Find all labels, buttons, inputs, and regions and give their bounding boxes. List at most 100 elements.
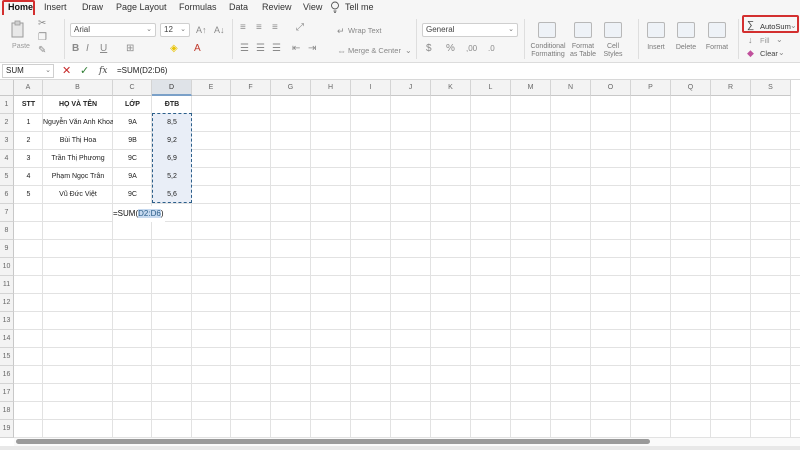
row-header-3[interactable]: 3	[0, 132, 14, 150]
delete-cells-icon[interactable]	[677, 22, 695, 38]
currency-button[interactable]: $	[426, 44, 432, 54]
row-header-1[interactable]: 1	[0, 96, 14, 114]
format-cells-icon[interactable]	[708, 22, 726, 38]
row-header-6[interactable]: 6	[0, 186, 14, 204]
merge-center-icon[interactable]: ⇔	[337, 46, 346, 56]
menu-formulas[interactable]: Formulas	[179, 2, 217, 12]
row-header-16[interactable]: 16	[0, 366, 14, 384]
class-cell[interactable]: 9A	[113, 168, 152, 186]
row-header-18[interactable]: 18	[0, 402, 14, 420]
name-box[interactable]: SUM ⌄	[2, 64, 54, 78]
cell-styles-icon[interactable]	[604, 22, 622, 38]
column-header-r[interactable]: R	[711, 80, 751, 96]
name-cell[interactable]: Vũ Đức Việt	[43, 186, 113, 204]
stt-cell[interactable]: 1	[14, 114, 43, 132]
header-dtb[interactable]: ĐTB	[152, 96, 192, 114]
merge-center-button[interactable]: Merge & Center	[348, 47, 401, 55]
select-all-corner[interactable]	[0, 80, 14, 96]
header-stt[interactable]: STT	[14, 96, 43, 114]
row-header-19[interactable]: 19	[0, 420, 14, 438]
row-header-9[interactable]: 9	[0, 240, 14, 258]
column-header-s[interactable]: S	[751, 80, 791, 96]
score-cell[interactable]: 5,6	[152, 186, 192, 204]
borders-icon[interactable]: ⊞	[126, 44, 134, 54]
column-header-l[interactable]: L	[471, 80, 511, 96]
column-header-i[interactable]: I	[351, 80, 391, 96]
number-format-select[interactable]: General ⌄	[422, 23, 518, 37]
column-header-g[interactable]: G	[271, 80, 311, 96]
name-cell[interactable]: Trần Thị Phương	[43, 150, 113, 168]
column-header-a[interactable]: A	[14, 80, 43, 96]
conditional-formatting-icon[interactable]	[538, 22, 556, 38]
align-top-icon[interactable]: ≡	[240, 23, 246, 33]
cancel-icon[interactable]: ✕	[62, 65, 71, 77]
enter-icon[interactable]: ✓	[80, 65, 89, 77]
scissors-icon[interactable]: ✂	[38, 19, 46, 29]
column-header-e[interactable]: E	[192, 80, 231, 96]
row-header-14[interactable]: 14	[0, 330, 14, 348]
bold-button[interactable]: B	[72, 44, 79, 54]
align-left-icon[interactable]: ☰	[240, 44, 249, 54]
orientation-icon[interactable]: ⤢	[296, 23, 304, 33]
align-bottom-icon[interactable]: ≡	[272, 23, 278, 33]
row-header-2[interactable]: 2	[0, 114, 14, 132]
font-size-select[interactable]: 12 ⌄	[160, 23, 190, 37]
underline-button[interactable]: U	[100, 44, 107, 54]
decimal-icon[interactable]: .0	[488, 44, 495, 54]
wrap-text-button[interactable]: Wrap Text	[348, 27, 382, 35]
format-painter-icon[interactable]: ✎	[38, 46, 46, 56]
column-header-c[interactable]: C	[113, 80, 152, 96]
decrease-font-icon[interactable]: A↓	[214, 25, 225, 35]
align-center-icon[interactable]: ☰	[256, 44, 265, 54]
menu-insert[interactable]: Insert	[44, 2, 67, 12]
menu-draw[interactable]: Draw	[82, 2, 103, 12]
row-header-10[interactable]: 10	[0, 258, 14, 276]
increase-font-icon[interactable]: A↑	[196, 25, 207, 35]
percent-button[interactable]: %	[446, 44, 455, 54]
format-as-table-icon[interactable]	[574, 22, 592, 38]
column-header-f[interactable]: F	[231, 80, 271, 96]
row-header-13[interactable]: 13	[0, 312, 14, 330]
column-header-m[interactable]: M	[511, 80, 551, 96]
row-header-15[interactable]: 15	[0, 348, 14, 366]
column-header-q[interactable]: Q	[671, 80, 711, 96]
row-header-17[interactable]: 17	[0, 384, 14, 402]
fill-color-icon[interactable]: ◈	[170, 44, 178, 54]
italic-button[interactable]: I	[86, 44, 89, 54]
column-header-d[interactable]: D	[152, 80, 192, 96]
wrap-text-icon[interactable]: ↵	[337, 26, 345, 36]
score-cell[interactable]: 8,5	[152, 114, 192, 132]
header-lop[interactable]: LỚP	[113, 96, 152, 114]
insert-cells-icon[interactable]	[647, 22, 665, 38]
row-header-7[interactable]: 7	[0, 204, 14, 222]
column-header-b[interactable]: B	[43, 80, 113, 96]
menu-data[interactable]: Data	[229, 2, 248, 12]
column-header-n[interactable]: N	[551, 80, 591, 96]
active-cell-c7[interactable]: =SUM(D2:D6)	[113, 206, 166, 222]
align-right-icon[interactable]: ☰	[272, 44, 281, 54]
chevron-down-icon[interactable]: ⌄	[405, 46, 412, 56]
row-header-11[interactable]: 11	[0, 276, 14, 294]
column-header-h[interactable]: H	[311, 80, 351, 96]
menu-page-layout[interactable]: Page Layout	[116, 2, 167, 12]
row-header-8[interactable]: 8	[0, 222, 14, 240]
column-header-p[interactable]: P	[631, 80, 671, 96]
header-ho-va-ten[interactable]: HỌ VÀ TÊN	[43, 96, 113, 114]
copy-icon[interactable]: ❐	[38, 33, 47, 43]
menu-review[interactable]: Review	[262, 2, 292, 12]
class-cell[interactable]: 9C	[113, 186, 152, 204]
column-header-o[interactable]: O	[591, 80, 631, 96]
class-cell[interactable]: 9B	[113, 132, 152, 150]
increase-indent-icon[interactable]: ⇥	[308, 44, 316, 54]
score-cell[interactable]: 5,2	[152, 168, 192, 186]
class-cell[interactable]: 9A	[113, 114, 152, 132]
decrease-indent-icon[interactable]: ⇤	[292, 44, 300, 54]
menu-tell-me[interactable]: Tell me	[345, 2, 374, 12]
stt-cell[interactable]: 5	[14, 186, 43, 204]
score-cell[interactable]: 6,9	[152, 150, 192, 168]
name-cell[interactable]: Bùi Thị Hoa	[43, 132, 113, 150]
class-cell[interactable]: 9C	[113, 150, 152, 168]
name-cell[interactable]: Nguyễn Văn Anh Khoa	[43, 114, 113, 132]
font-color-icon[interactable]: A	[194, 44, 201, 54]
align-middle-icon[interactable]: ≡	[256, 23, 262, 33]
